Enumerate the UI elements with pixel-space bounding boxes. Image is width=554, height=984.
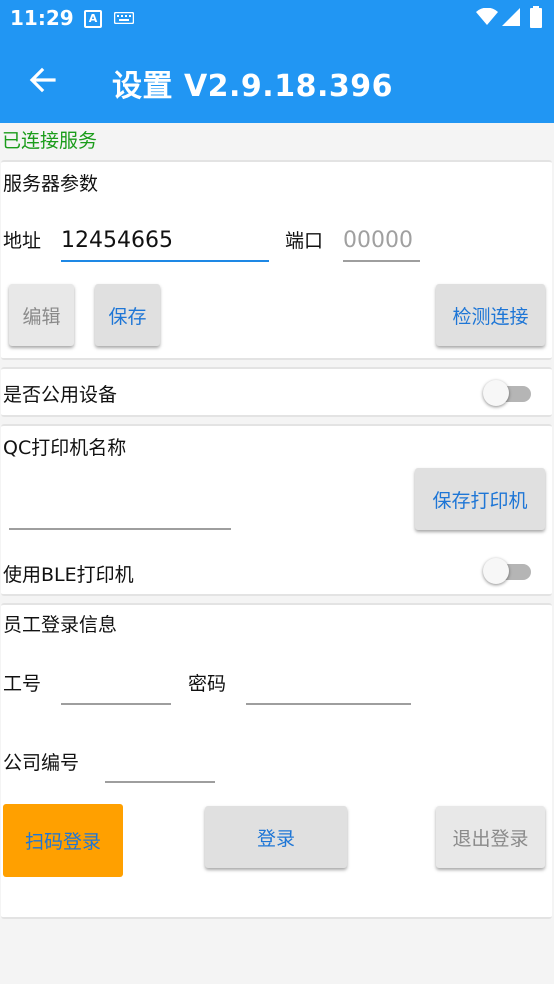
company-id-input[interactable] [105,741,215,783]
address-label: 地址 [3,230,42,252]
employee-login-card: 员工登录信息 工号 密码 公司编号 扫码登录 登录 退出登录 [1,603,552,919]
switch-thumb [483,380,509,406]
public-device-label: 是否公用设备 [3,384,118,406]
port-input[interactable] [343,220,420,262]
connection-status: 已连接服务 [2,130,98,152]
printer-name-title: QC打印机名称 [3,437,127,459]
switch-thumb [483,558,509,584]
login-button[interactable]: 登录 [205,806,347,868]
status-time: 11:29 [10,6,74,30]
public-device-switch[interactable] [483,378,535,408]
signal-icon [502,8,520,26]
printer-card: QC打印机名称 保存打印机 使用BLE打印机 [1,424,552,596]
save-printer-button[interactable]: 保存打印机 [415,468,545,530]
employee-id-input[interactable] [61,663,171,705]
ble-printer-label: 使用BLE打印机 [3,564,134,586]
logout-button[interactable]: 退出登录 [436,806,545,868]
text-input-notification-icon: A [84,10,102,28]
password-input[interactable] [246,663,411,705]
server-params-card: 服务器参数 地址 端口 编辑 保存 检测连接 [1,160,552,360]
keyboard-icon [114,12,134,24]
save-button[interactable]: 保存 [95,284,160,346]
password-label: 密码 [188,673,227,695]
employee-id-label: 工号 [3,673,42,695]
scan-login-button[interactable]: 扫码登录 [3,804,123,877]
back-arrow-icon[interactable] [24,63,60,99]
ble-printer-switch[interactable] [483,556,535,586]
battery-icon [530,6,542,28]
wifi-icon [476,8,498,25]
status-bar: 11:29 A [0,0,554,37]
port-label: 端口 [285,230,324,252]
server-params-title: 服务器参数 [3,173,99,195]
printer-name-input[interactable] [9,488,231,530]
company-id-label: 公司编号 [3,752,80,774]
app-bar: 设置 V2.9.18.396 [0,37,554,123]
page-title: 设置 V2.9.18.396 [112,69,393,104]
edit-button[interactable]: 编辑 [9,284,74,346]
public-device-card: 是否公用设备 [1,367,552,417]
test-connection-button[interactable]: 检测连接 [436,284,545,346]
address-input[interactable] [61,220,269,262]
employee-login-title: 员工登录信息 [3,614,118,636]
